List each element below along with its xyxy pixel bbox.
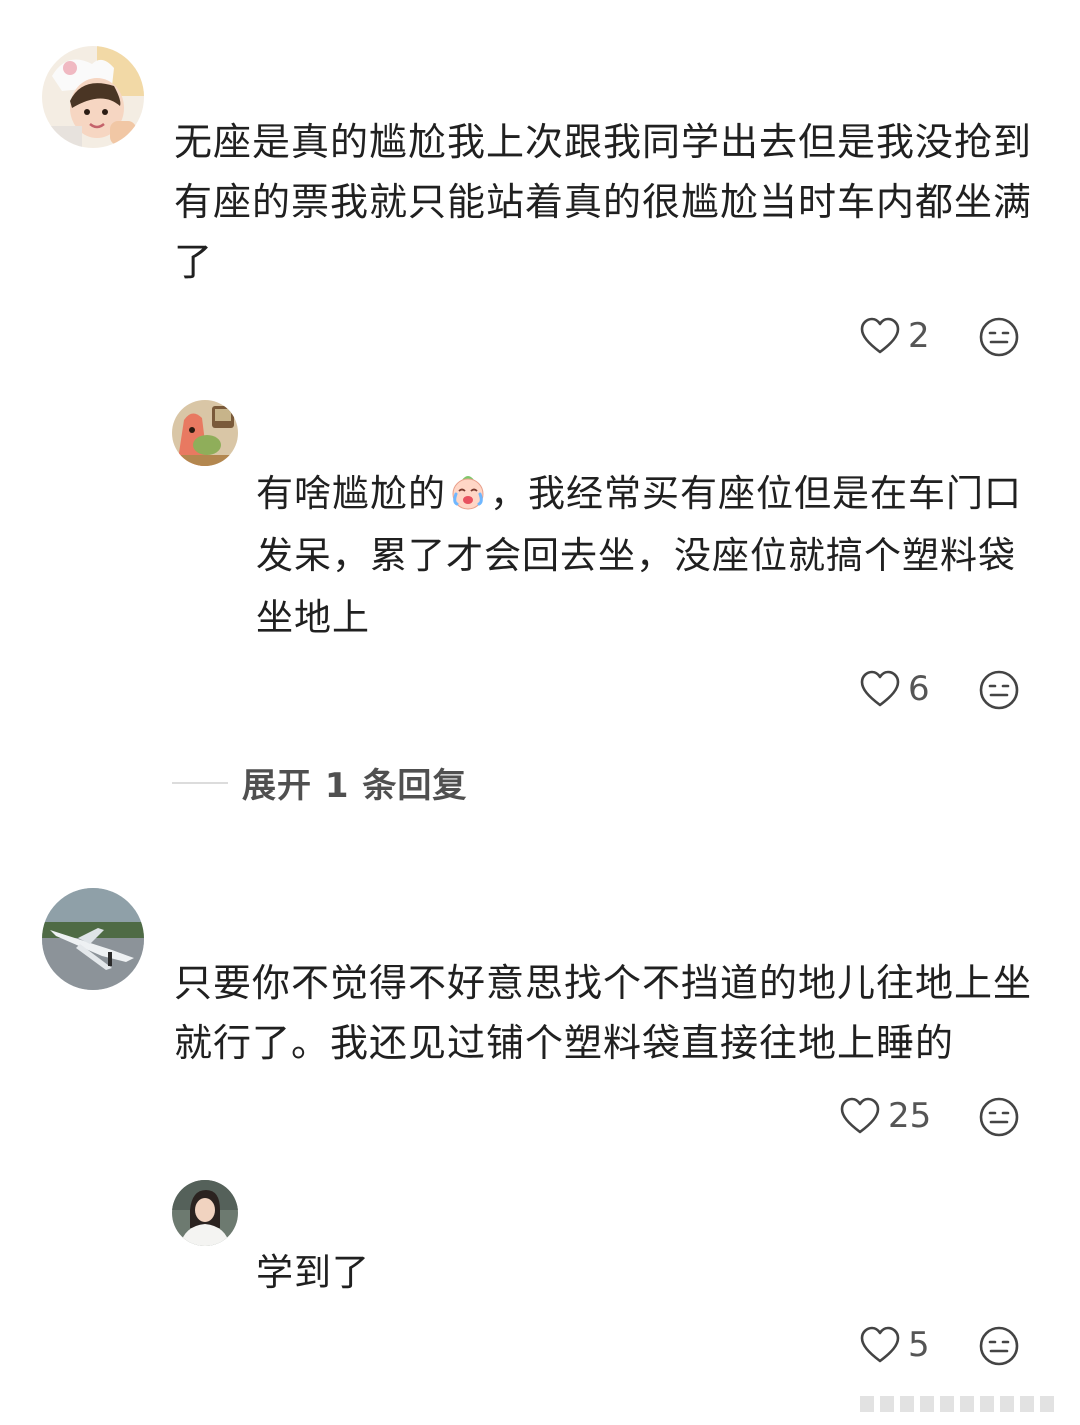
reply-text-part: 有啥尴尬的 (256, 472, 446, 515)
react-button[interactable] (978, 1325, 1020, 1371)
like-button[interactable]: 5 (860, 1325, 930, 1365)
react-button[interactable] (978, 1096, 1020, 1142)
reply-actions: 6 (860, 669, 930, 709)
like-button[interactable]: 25 (840, 1096, 931, 1136)
heart-outline-icon (860, 670, 900, 707)
comment-text: 无座是真的尴尬我上次跟我同学出去但是我没抢到有座的票我就只能站着真的很尴尬当时车… (174, 120, 1033, 284)
react-button[interactable] (978, 669, 1020, 715)
neutral-face-icon (979, 670, 1019, 710)
reply-text: 有啥尴尬的 ，我经常买有座位但是在车门口发呆，累了才会回去坐，没座位就搞个塑料袋… (256, 463, 1036, 649)
neutral-face-icon (979, 1097, 1019, 1137)
heart-outline-icon (860, 1326, 900, 1363)
watermark-logo (860, 1396, 1054, 1412)
expand-replies-label: 展开 1 条回复 (242, 766, 468, 806)
heart-outline-icon (860, 317, 900, 354)
divider-line (172, 781, 228, 784)
avatar-cartoon-image (172, 400, 238, 466)
crying-laughing-baby-emoji (448, 469, 488, 510)
like-count: 6 (908, 669, 930, 709)
avatar[interactable] (42, 46, 144, 148)
neutral-face-icon (979, 317, 1019, 357)
expand-replies-button[interactable]: 展开 1 条回复 (172, 758, 467, 807)
avatar-woman-image (172, 1180, 238, 1246)
heart-outline-icon (840, 1097, 880, 1134)
avatar[interactable] (42, 888, 144, 990)
avatar-airplane-image (42, 888, 144, 990)
like-count: 25 (888, 1096, 932, 1136)
neutral-face-icon (979, 1326, 1019, 1366)
avatar-girl-image (42, 46, 144, 148)
like-button[interactable]: 6 (860, 669, 930, 709)
reply-avatar[interactable] (172, 1180, 238, 1246)
comment-actions: 25 (840, 1096, 931, 1136)
like-count: 2 (908, 316, 930, 356)
comment-actions: 2 (860, 316, 930, 356)
reply-avatar[interactable] (172, 400, 238, 466)
reply-actions: 5 (860, 1325, 930, 1365)
react-button[interactable] (978, 316, 1020, 362)
comment-text: 只要你不觉得不好意思找个不挡道的地儿往地上坐就行了。我还见过铺个塑料袋直接往地上… (174, 961, 1033, 1065)
like-button[interactable]: 2 (860, 316, 930, 356)
reply-text: 学到了 (256, 1251, 370, 1294)
watermark (860, 1392, 1070, 1420)
like-count: 5 (908, 1325, 930, 1365)
